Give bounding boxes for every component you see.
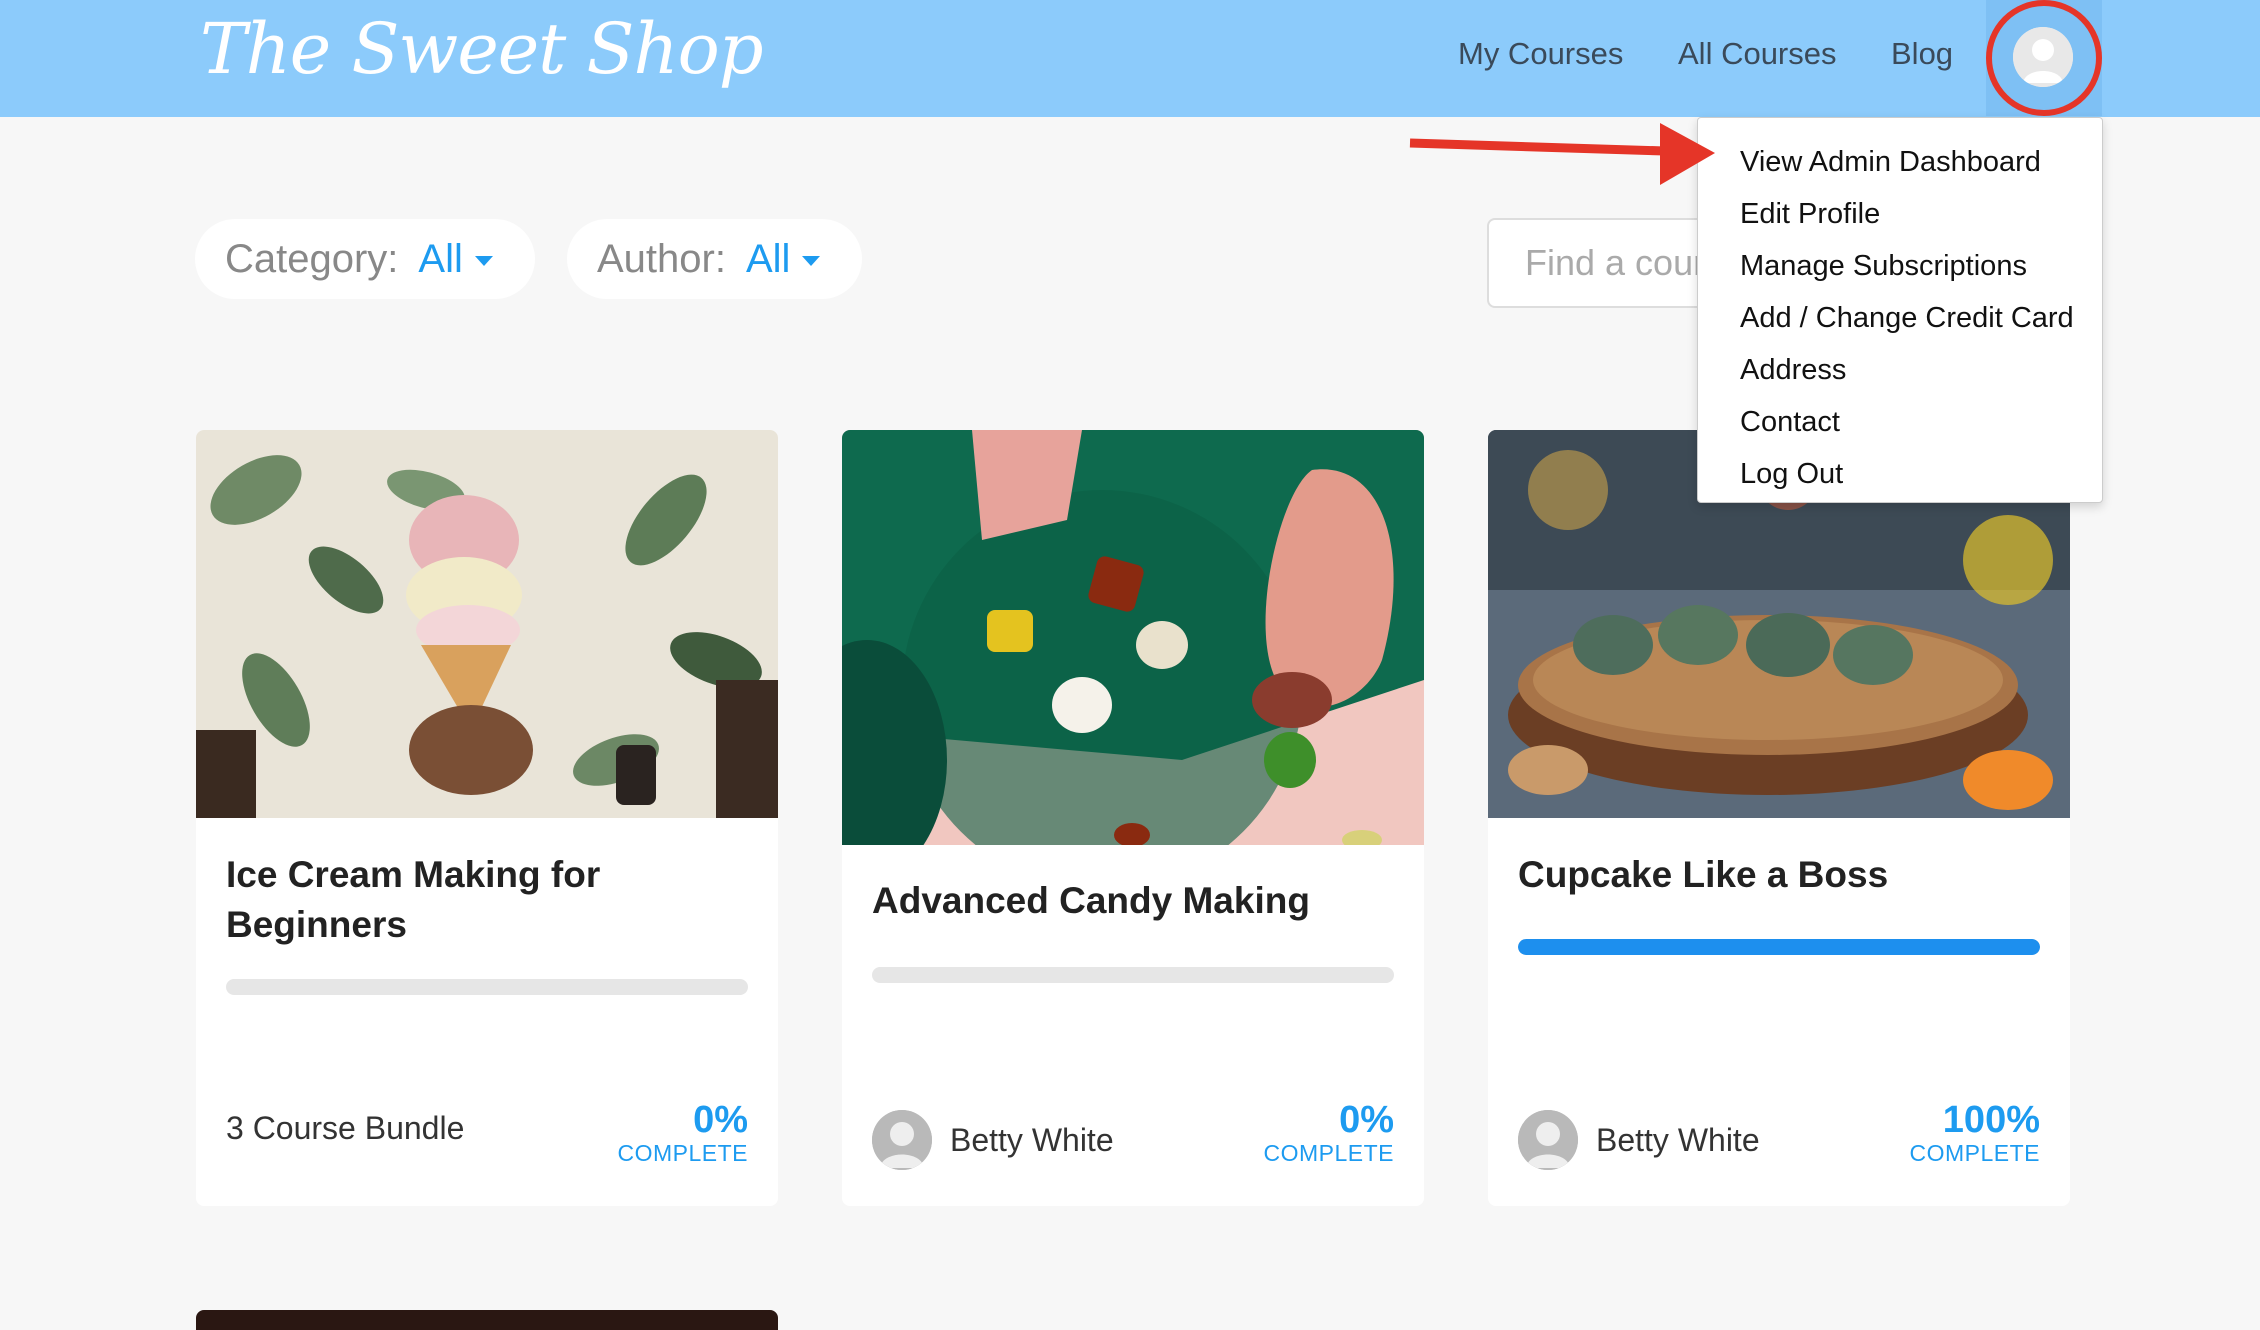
author-name: Betty White bbox=[1596, 1121, 1760, 1158]
course-card-partial[interactable] bbox=[196, 1310, 778, 1330]
menu-item-address[interactable]: Address bbox=[1698, 344, 2102, 396]
nav-blog[interactable]: Blog bbox=[1891, 36, 1953, 72]
nav-all-courses[interactable]: All Courses bbox=[1678, 36, 1837, 72]
completion-label: COMPLETE bbox=[1263, 1140, 1394, 1166]
menu-item-credit-card[interactable]: Add / Change Credit Card bbox=[1698, 292, 2102, 344]
author-filter-value: All bbox=[745, 236, 791, 281]
course-author: Betty White bbox=[872, 1110, 1114, 1170]
caret-down-icon bbox=[474, 256, 493, 266]
course-footer-text: 3 Course Bundle bbox=[226, 1110, 465, 1146]
category-filter-label: Category: bbox=[225, 236, 399, 281]
menu-item-view-admin-dashboard[interactable]: View Admin Dashboard bbox=[1698, 136, 2102, 188]
course-progress-bar bbox=[226, 979, 748, 995]
site-header: The Sweet Shop My Courses All Courses Bl… bbox=[0, 0, 2260, 117]
course-card-ice-cream[interactable]: Ice Cream Making for Beginners 3 Course … bbox=[196, 430, 778, 1206]
menu-item-contact[interactable]: Contact bbox=[1698, 396, 2102, 448]
author-avatar-icon bbox=[872, 1110, 932, 1170]
completion-label: COMPLETE bbox=[617, 1140, 748, 1166]
course-card-cupcake[interactable]: Cupcake Like a Boss Betty White 100% COM… bbox=[1488, 430, 2070, 1206]
course-title[interactable]: Cupcake Like a Boss bbox=[1518, 850, 2048, 900]
course-progress-bar bbox=[872, 967, 1394, 983]
annotation-arrow-icon bbox=[1409, 123, 1715, 185]
completion-percent: 0% bbox=[693, 1099, 748, 1141]
completion-percent: 0% bbox=[1339, 1099, 1394, 1141]
course-completion: 0% COMPLETE bbox=[617, 1100, 748, 1167]
course-progress-fill bbox=[1518, 939, 2040, 955]
course-title[interactable]: Ice Cream Making for Beginners bbox=[226, 850, 756, 950]
site-logo[interactable]: The Sweet Shop bbox=[200, 8, 764, 90]
course-image-ice-cream bbox=[196, 430, 778, 818]
caret-down-icon bbox=[802, 256, 821, 266]
author-filter[interactable]: Author: All bbox=[567, 219, 862, 299]
nav-my-courses[interactable]: My Courses bbox=[1458, 36, 1623, 72]
category-filter-value: All bbox=[418, 236, 463, 281]
course-card-candy[interactable]: Advanced Candy Making Betty White 0% COM… bbox=[842, 430, 1424, 1206]
course-title[interactable]: Advanced Candy Making bbox=[872, 876, 1402, 926]
user-avatar-button[interactable] bbox=[2013, 27, 2073, 87]
course-image-candy bbox=[842, 430, 1424, 845]
menu-item-log-out[interactable]: Log Out bbox=[1698, 448, 2102, 500]
user-dropdown-menu: View Admin Dashboard Edit Profile Manage… bbox=[1697, 117, 2103, 503]
author-avatar-icon bbox=[1518, 1110, 1578, 1170]
author-name: Betty White bbox=[950, 1121, 1114, 1158]
course-author: Betty White bbox=[1518, 1110, 1760, 1170]
user-silhouette-icon bbox=[2013, 27, 2073, 87]
course-completion: 0% COMPLETE bbox=[1263, 1100, 1394, 1167]
course-completion: 100% COMPLETE bbox=[1909, 1100, 2040, 1167]
course-bundle-info: 3 Course Bundle bbox=[226, 1110, 464, 1147]
author-filter-label: Author: bbox=[597, 236, 726, 281]
menu-item-manage-subscriptions[interactable]: Manage Subscriptions bbox=[1698, 240, 2102, 292]
completion-label: COMPLETE bbox=[1909, 1140, 2040, 1166]
category-filter[interactable]: Category: All bbox=[195, 219, 535, 299]
menu-item-edit-profile[interactable]: Edit Profile bbox=[1698, 188, 2102, 240]
course-progress-bar bbox=[1518, 939, 2040, 955]
completion-percent: 100% bbox=[1942, 1099, 2040, 1141]
